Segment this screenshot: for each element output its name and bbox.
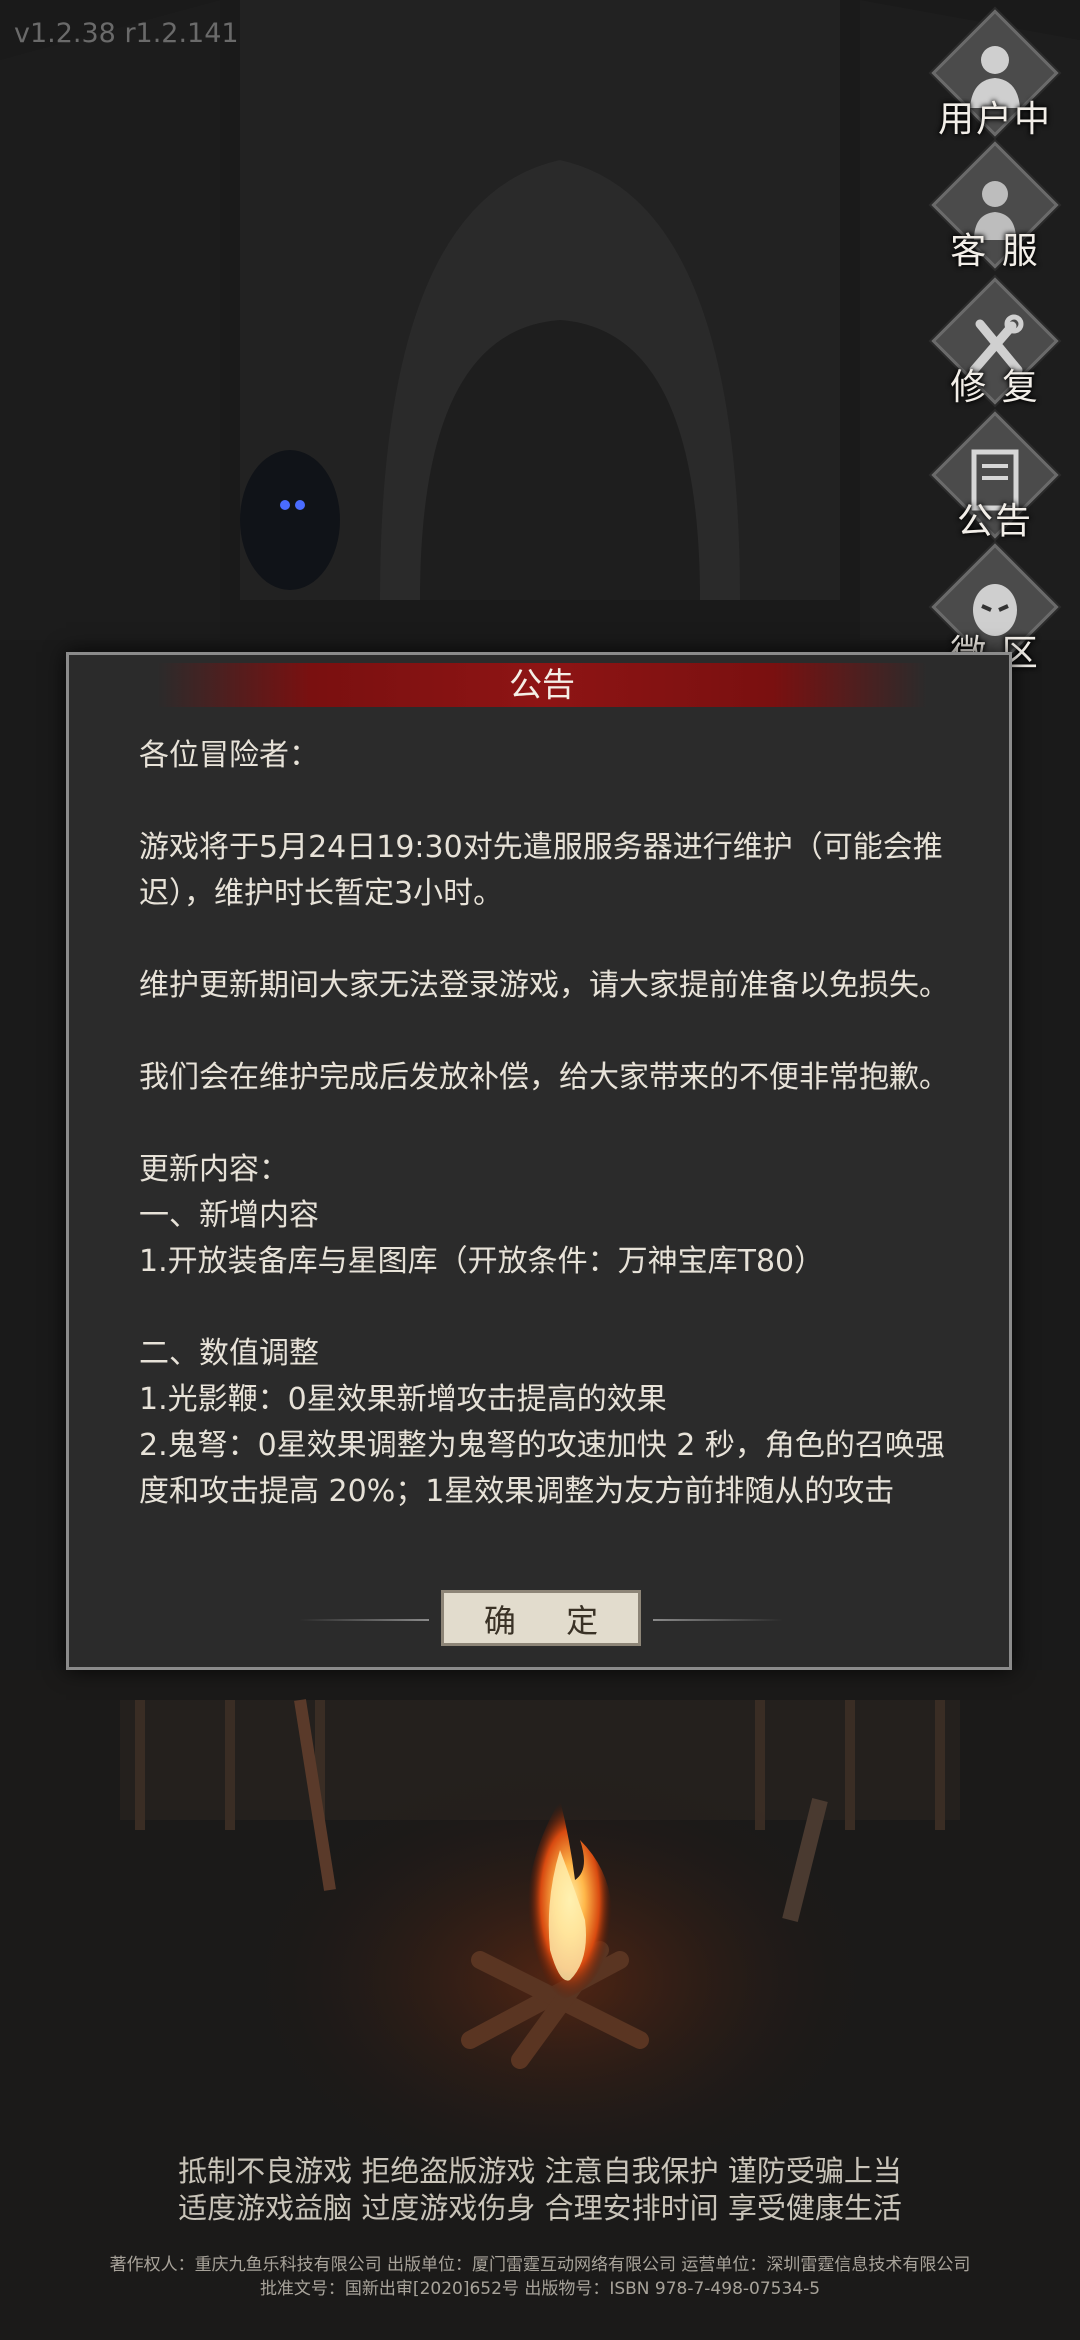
section-new-content: 一、新增内容	[139, 1198, 319, 1233]
divider-left	[299, 1619, 429, 1621]
health-notice-line1: 抵制不良游戏 拒绝盗版游戏 注意自我保护 谨防受骗上当	[178, 2154, 902, 2188]
confirm-button[interactable]: 确 定	[441, 1590, 641, 1646]
copyright-line2: 批准文号：国新出审[2020]652号 出版物号：ISBN 978-7-498-…	[259, 2279, 821, 2299]
login-notice-text: 维护更新期间大家无法登录游戏，请大家提前准备以免损失。	[139, 968, 949, 1003]
customer-service-button[interactable]: 客 服	[920, 141, 1070, 274]
notice-button[interactable]: 公告	[920, 411, 1070, 544]
copyright-line1: 著作权人：重庆九鱼乐科技有限公司 出版单位：厦门雷霆互动网络有限公司 运营单位：…	[109, 2255, 971, 2275]
balance-item-1: 1.光影鞭：0星效果新增攻击提高的效果	[139, 1382, 667, 1417]
dialog-title: 公告	[157, 663, 927, 707]
greeting: 各位冒险者：	[139, 738, 319, 773]
update-heading: 更新内容：	[139, 1152, 289, 1187]
repair-button[interactable]: 修 复	[920, 277, 1070, 410]
balance-item-2: 2.鬼弩：0星效果调整为鬼弩的攻速加快 2 秒，角色的召唤强度和攻击提高 20%…	[139, 1428, 945, 1509]
section-balance: 二、数值调整	[139, 1336, 319, 1371]
new-content-item: 1.开放装备库与星图库（开放条件：万神宝库T80）	[139, 1244, 825, 1279]
announcement-content[interactable]: 各位冒险者： 游戏将于5月24日19:30对先遣服服务器进行维护（可能会推迟），…	[139, 733, 959, 1573]
compensation-text: 我们会在维护完成后发放补偿，给大家带来的不便非常抱歉。	[139, 1060, 949, 1095]
version-label: v1.2.38 r1.2.141	[14, 18, 239, 49]
announcement-dialog: 公告 各位冒险者： 游戏将于5月24日19:30对先遣服服务器进行维护（可能会推…	[66, 652, 1012, 1670]
health-notice-line2: 适度游戏益脑 过度游戏伤身 合理安排时间 享受健康生活	[178, 2191, 902, 2225]
maintenance-text: 游戏将于5月24日19:30对先遣服服务器进行维护（可能会推迟），维护时长暂定3…	[139, 830, 943, 911]
repair-label: 修 复	[950, 367, 1040, 408]
divider-right	[653, 1619, 783, 1621]
notice-label: 公告	[956, 501, 1033, 542]
customer-service-label: 客 服	[950, 231, 1040, 272]
